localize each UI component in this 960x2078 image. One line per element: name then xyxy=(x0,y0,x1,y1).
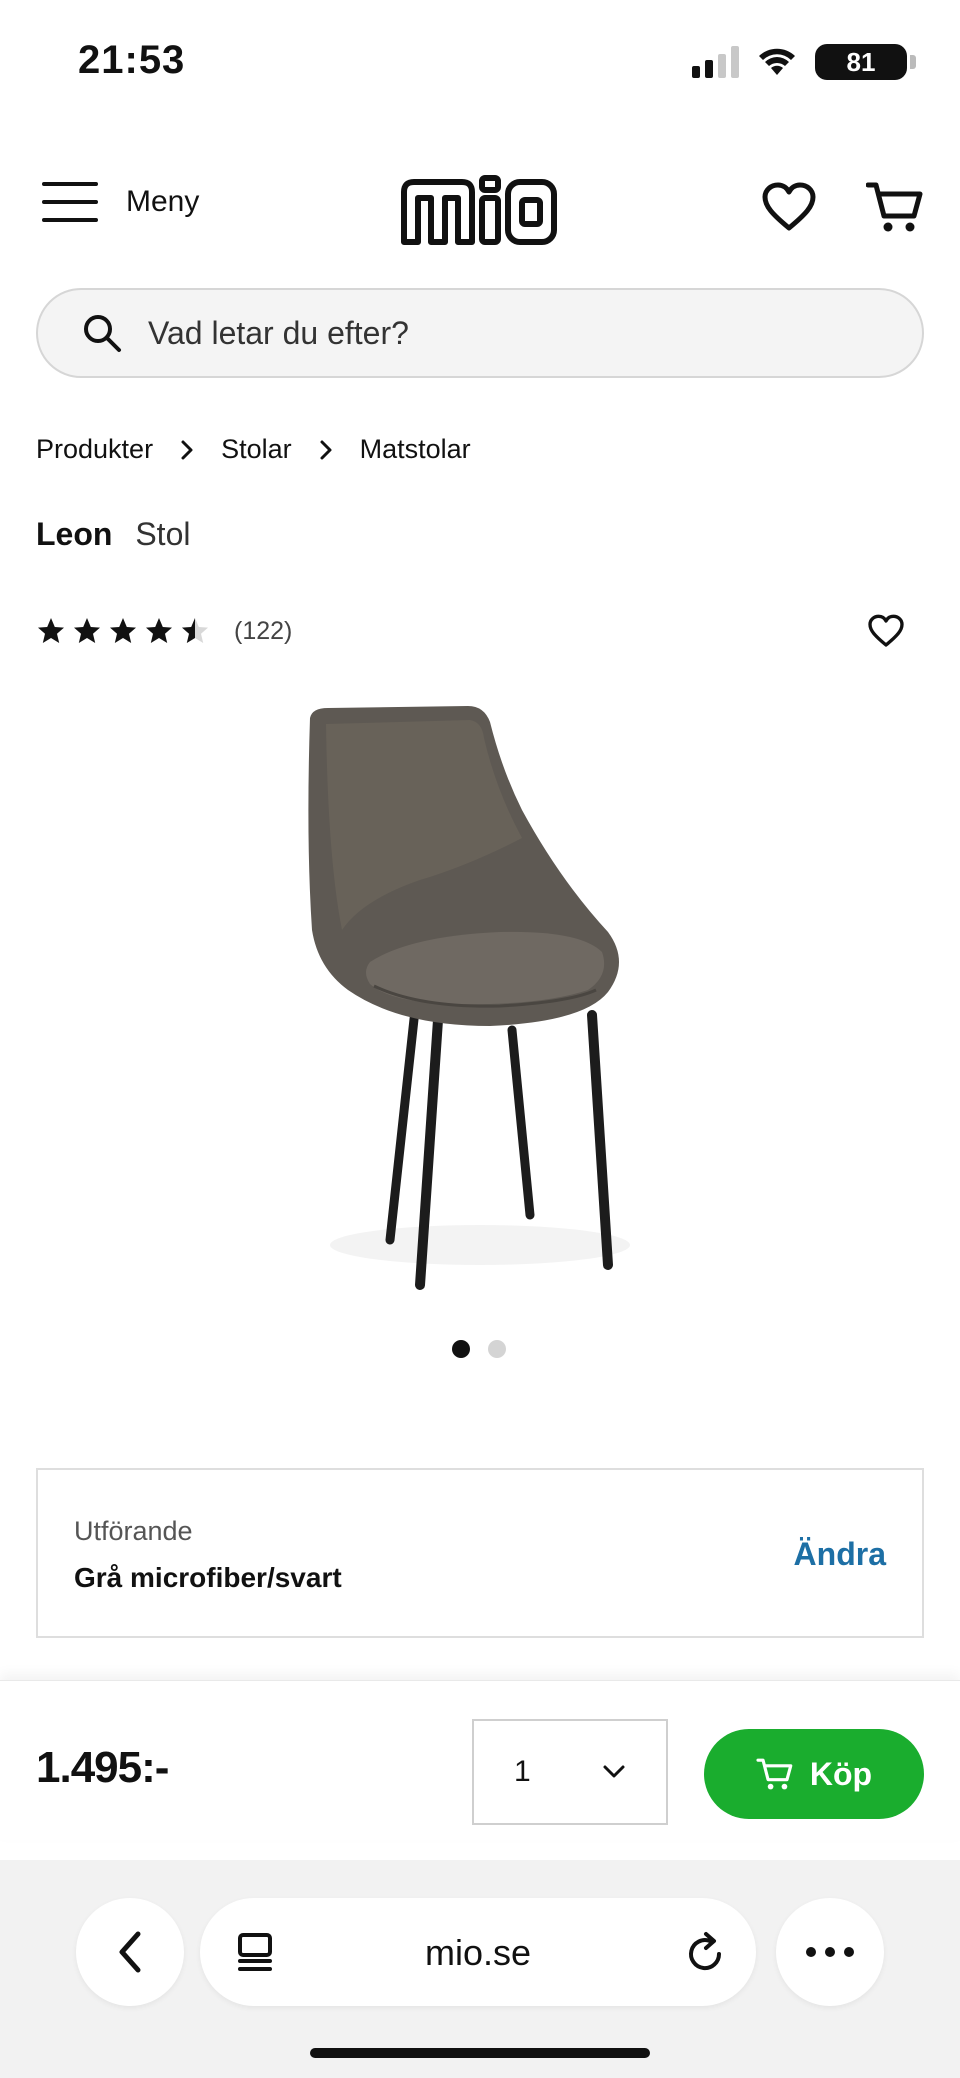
variant-value: Grå microfiber/svart xyxy=(74,1562,342,1593)
add-to-wishlist-button[interactable] xyxy=(868,614,904,653)
variant-selector[interactable]: Utförande Grå microfiber/svart Ändra xyxy=(36,1468,924,1638)
star-icon xyxy=(110,618,136,643)
status-indicators: 81 xyxy=(692,44,916,80)
site-header: Meny xyxy=(0,160,960,260)
reload-icon[interactable] xyxy=(686,1930,726,1974)
star-icon xyxy=(38,618,64,643)
shopping-cart-icon xyxy=(865,182,923,232)
cart-button[interactable] xyxy=(865,180,924,239)
battery-level: 81 xyxy=(815,44,907,80)
quantity-select[interactable]: 1 xyxy=(472,1719,668,1825)
chevron-right-icon xyxy=(318,438,334,462)
chevron-left-icon xyxy=(119,1931,141,1973)
search-input[interactable]: Vad letar du efter? xyxy=(36,288,924,378)
browser-toolbar: mio.se xyxy=(0,1860,960,2078)
half-star-icon xyxy=(182,618,208,643)
menu-button[interactable]: Meny xyxy=(40,180,199,224)
breadcrumb-item-stolar[interactable]: Stolar xyxy=(221,434,292,465)
search-placeholder: Vad letar du efter? xyxy=(148,314,409,351)
breadcrumb: Produkter Stolar Matstolar xyxy=(36,434,471,465)
menu-label: Meny xyxy=(126,185,200,218)
dining-chair-image[interactable] xyxy=(270,700,690,1300)
status-time: 21:53 xyxy=(78,38,186,82)
review-count: (122) xyxy=(234,616,293,645)
mio-logo[interactable] xyxy=(398,170,560,250)
purchase-bar: 1.495:- 1 Köp xyxy=(0,1680,960,1840)
heart-icon xyxy=(868,614,904,647)
shopping-cart-icon xyxy=(756,1758,793,1790)
change-variant-link[interactable]: Ändra xyxy=(794,1536,886,1573)
star-icon xyxy=(146,618,172,643)
more-options-button[interactable] xyxy=(776,1898,884,2006)
product-type: Stol xyxy=(135,516,191,552)
product-title: Leon Stol xyxy=(36,516,190,553)
star-icon xyxy=(74,618,100,643)
browser-back-button[interactable] xyxy=(76,1898,184,2006)
buy-button[interactable]: Köp xyxy=(704,1729,924,1819)
hamburger-icon xyxy=(42,182,98,222)
address-bar[interactable]: mio.se xyxy=(200,1898,756,2006)
status-bar: 21:53 81 xyxy=(0,0,960,120)
search-icon xyxy=(84,315,121,352)
url-text: mio.se xyxy=(424,1932,532,1973)
chevron-down-icon xyxy=(603,1765,625,1778)
home-indicator[interactable] xyxy=(310,2048,650,2058)
variant-label: Utförande xyxy=(74,1516,193,1546)
buy-label: Köp xyxy=(809,1755,873,1792)
image-carousel-dots xyxy=(452,1340,506,1358)
ellipsis-icon xyxy=(806,1947,854,1957)
breadcrumb-item-produkter[interactable]: Produkter xyxy=(36,434,153,465)
wifi-icon xyxy=(759,48,795,75)
wishlist-button[interactable] xyxy=(762,182,816,237)
product-brand: Leon xyxy=(36,516,113,552)
carousel-dot[interactable] xyxy=(452,1340,470,1358)
heart-icon xyxy=(762,182,816,231)
carousel-dot[interactable] xyxy=(488,1340,506,1358)
cellular-signal-icon xyxy=(692,46,739,78)
breadcrumb-item-matstolar[interactable]: Matstolar xyxy=(360,434,471,465)
battery-icon: 81 xyxy=(815,44,916,80)
chevron-right-icon xyxy=(179,438,195,462)
quantity-value: 1 xyxy=(514,1755,531,1788)
product-rating[interactable]: (122) xyxy=(36,616,292,646)
product-price: 1.495:- xyxy=(36,1743,169,1792)
rating-stars xyxy=(36,616,210,646)
